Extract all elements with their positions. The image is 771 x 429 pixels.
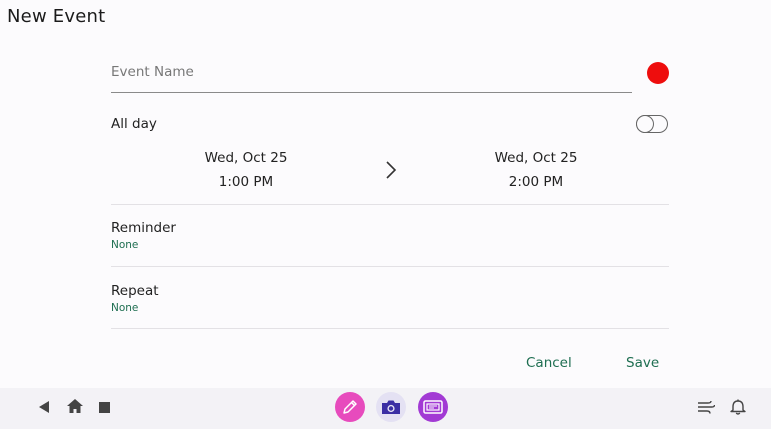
divider bbox=[111, 204, 669, 205]
camera-app-icon[interactable] bbox=[376, 392, 406, 422]
all-day-toggle[interactable] bbox=[636, 114, 668, 133]
start-datetime[interactable]: Wed, Oct 25 1:00 PM bbox=[181, 146, 311, 194]
event-color-picker[interactable] bbox=[647, 62, 669, 84]
start-time[interactable]: 1:00 PM bbox=[181, 170, 311, 194]
reminder-title: Reminder bbox=[111, 220, 176, 236]
divider bbox=[111, 328, 669, 329]
reminder-value: None bbox=[111, 239, 139, 251]
chevron-right-icon bbox=[386, 161, 397, 179]
all-day-label: All day bbox=[111, 116, 157, 132]
save-button[interactable]: Save bbox=[626, 355, 659, 371]
event-name-field-container bbox=[111, 56, 632, 93]
screenshot-app-icon[interactable] bbox=[418, 392, 448, 422]
back-icon[interactable] bbox=[38, 401, 50, 413]
pencil-app-icon[interactable] bbox=[335, 392, 365, 422]
toggle-knob bbox=[636, 114, 654, 133]
end-time[interactable]: 2:00 PM bbox=[471, 170, 601, 194]
wind-icon[interactable] bbox=[697, 400, 715, 415]
bell-icon[interactable] bbox=[730, 399, 746, 415]
page-title: New Event bbox=[7, 6, 106, 27]
start-date[interactable]: Wed, Oct 25 bbox=[181, 146, 311, 170]
screenshot-icon bbox=[423, 400, 443, 414]
repeat-value: None bbox=[111, 302, 139, 314]
home-icon[interactable] bbox=[67, 399, 83, 414]
new-event-screen: New Event All day Wed, Oct 25 1:00 PM We… bbox=[0, 0, 771, 429]
end-datetime[interactable]: Wed, Oct 25 2:00 PM bbox=[471, 146, 601, 194]
camera-icon bbox=[382, 400, 400, 414]
repeat-title: Repeat bbox=[111, 283, 159, 299]
pencil-icon bbox=[343, 400, 357, 414]
divider bbox=[111, 266, 669, 267]
end-date[interactable]: Wed, Oct 25 bbox=[471, 146, 601, 170]
recents-icon[interactable] bbox=[99, 402, 110, 413]
event-name-input[interactable] bbox=[111, 56, 632, 88]
cancel-button[interactable]: Cancel bbox=[526, 355, 572, 371]
